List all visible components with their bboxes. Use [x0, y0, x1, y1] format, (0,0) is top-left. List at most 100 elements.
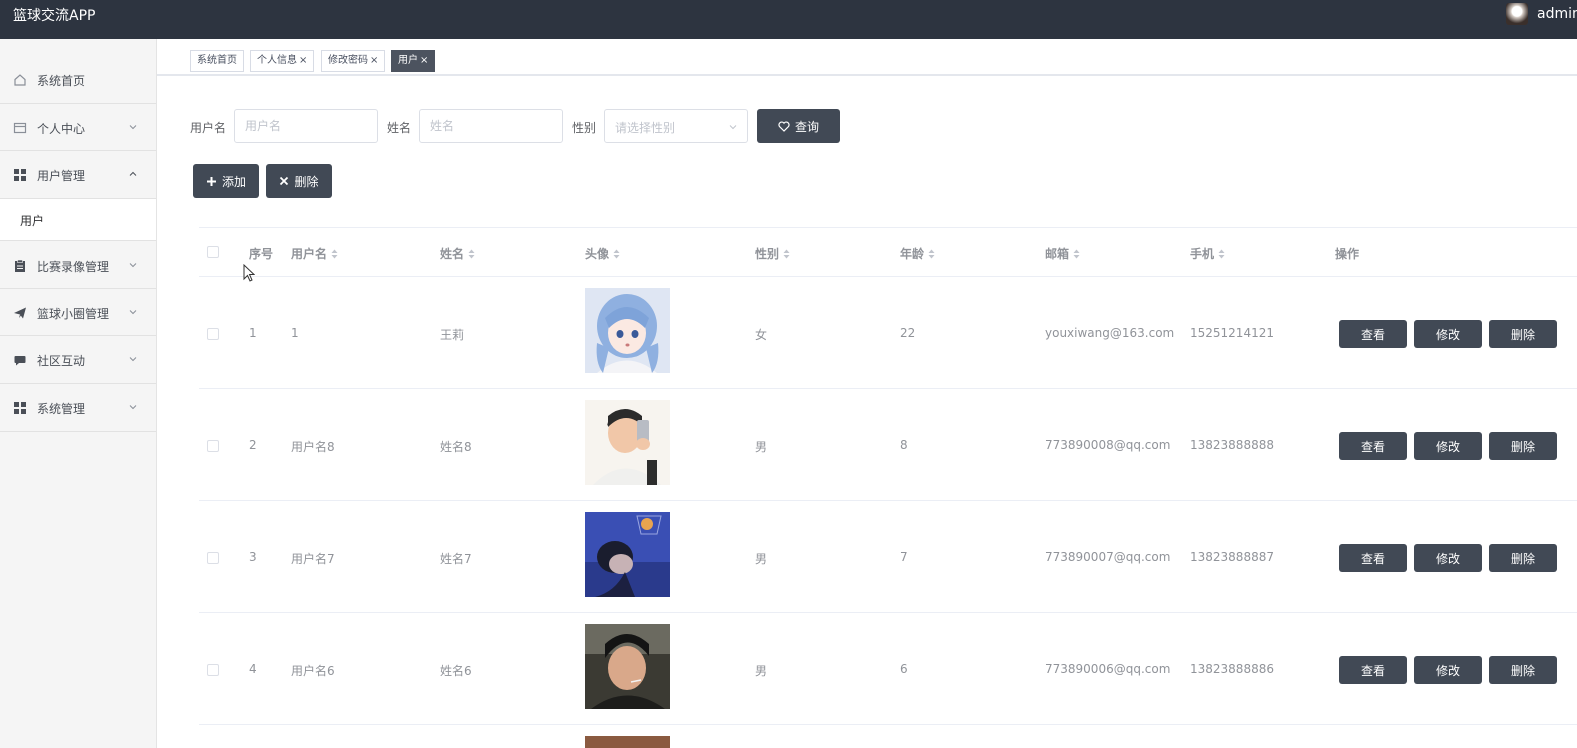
row-checkbox[interactable]	[207, 552, 219, 564]
gender-select[interactable]: 请选择性别	[604, 109, 748, 143]
row-checkbox[interactable]	[207, 440, 219, 452]
table-row: 4 用户名6 姓名6 男 6 773890006@qq.com 13823888…	[199, 613, 1577, 725]
batch-delete-button[interactable]: 删除	[266, 164, 332, 198]
cell-index: 3	[249, 550, 257, 564]
delete-button[interactable]: 删除	[1489, 544, 1557, 572]
tab-user[interactable]: 用户 ×	[391, 50, 436, 72]
tabs-bar: 系统首页 个人信息 × 修改密码 × 用户 ×	[157, 45, 1577, 76]
sort-icon[interactable]	[468, 249, 475, 259]
close-icon[interactable]: ×	[370, 55, 378, 66]
sidebar-item-label: 社区互动	[37, 354, 86, 368]
column-header-label: 年龄	[900, 247, 925, 261]
select-all-checkbox[interactable]	[207, 246, 219, 258]
sidebar-item-community[interactable]: 社区互动	[0, 336, 156, 384]
home-icon	[14, 74, 26, 86]
tab-label: 个人信息	[257, 55, 297, 66]
cell-email: 773890006@qq.com	[1045, 662, 1171, 676]
row-checkbox[interactable]	[207, 664, 219, 676]
column-header-email[interactable]: 邮箱	[1045, 245, 1080, 262]
close-icon[interactable]: ×	[420, 55, 428, 66]
username-search-input[interactable]	[234, 109, 378, 143]
edit-button[interactable]: 修改	[1414, 656, 1482, 684]
username-label[interactable]: admin	[1537, 6, 1577, 22]
sidebar-item-label: 用户管理	[37, 169, 86, 183]
cell-username: 用户名6	[291, 664, 335, 678]
top-header: 篮球交流APP admin	[0, 0, 1577, 39]
sidebar-item-user-management[interactable]: 用户管理	[0, 151, 156, 199]
delete-button[interactable]: 删除	[1489, 320, 1557, 348]
clipboard-icon	[15, 259, 25, 272]
view-button[interactable]: 查看	[1339, 432, 1407, 460]
sort-icon[interactable]	[783, 249, 790, 259]
table-row: 1 1 王莉 女 22 youxiwang@163.com 1525121412…	[199, 277, 1577, 389]
sort-icon[interactable]	[1218, 249, 1225, 259]
delete-button[interactable]: 删除	[1489, 432, 1557, 460]
view-button[interactable]: 查看	[1339, 544, 1407, 572]
name-search-input[interactable]	[419, 109, 563, 143]
app-title: 篮球交流APP	[13, 8, 96, 24]
avatar-image	[585, 624, 670, 709]
edit-button[interactable]: 修改	[1414, 432, 1482, 460]
tab-label: 系统首页	[197, 55, 237, 66]
grid-icon	[14, 402, 26, 414]
sidebar-subitem-user[interactable]: 用户	[0, 199, 156, 241]
sidebar-item-label: 系统首页	[37, 74, 86, 88]
cell-index: 1	[249, 326, 257, 340]
edit-button[interactable]: 修改	[1414, 320, 1482, 348]
sidebar-item-label: 比赛录像管理	[37, 260, 110, 274]
close-icon[interactable]: ×	[299, 55, 307, 66]
batch-delete-button-label: 删除	[294, 174, 319, 189]
user-avatar[interactable]	[1506, 3, 1528, 25]
sort-icon[interactable]	[613, 249, 620, 259]
cell-phone: 13823888886	[1190, 662, 1274, 676]
cell-email: 773890007@qq.com	[1045, 550, 1171, 564]
query-button-label: 查询	[794, 119, 819, 134]
sidebar-item-label: 个人中心	[37, 122, 86, 136]
view-button[interactable]: 查看	[1339, 320, 1407, 348]
table-header: 序号 用户名 姓名 头像 性别 年龄 邮箱 手机 操作	[199, 227, 1577, 277]
sort-icon[interactable]	[928, 249, 935, 259]
cell-age: 8	[900, 438, 908, 452]
chevron-up-icon	[129, 171, 137, 176]
chevron-down-icon	[129, 125, 137, 130]
sidebar-item-system-management[interactable]: 系统管理	[0, 384, 156, 432]
cell-email: 773890008@qq.com	[1045, 438, 1171, 452]
sort-icon[interactable]	[1073, 249, 1080, 259]
cell-username: 1	[291, 326, 299, 340]
sidebar-item-home[interactable]: 系统首页	[0, 57, 156, 104]
sort-icon[interactable]	[331, 249, 338, 259]
avatar-image	[585, 400, 670, 485]
chevron-down-icon	[129, 405, 137, 410]
add-button[interactable]: 添加	[193, 164, 259, 198]
card-icon	[13, 122, 27, 134]
avatar-image	[585, 736, 670, 748]
column-header-phone[interactable]: 手机	[1190, 245, 1225, 262]
column-header-actions: 操作	[1335, 245, 1359, 262]
close-icon	[280, 176, 289, 186]
row-checkbox[interactable]	[207, 328, 219, 340]
column-header-name[interactable]: 姓名	[440, 245, 475, 262]
name-filter-label: 姓名	[387, 121, 412, 135]
cell-index: 2	[249, 438, 257, 452]
sidebar-item-match-video[interactable]: 比赛录像管理	[0, 241, 156, 289]
chevron-down-icon	[129, 263, 137, 268]
column-header-index: 序号	[249, 245, 273, 262]
cell-phone: 13823888887	[1190, 550, 1274, 564]
tab-change-password[interactable]: 修改密码 ×	[321, 50, 386, 72]
sidebar-item-profile[interactable]: 个人中心	[0, 104, 156, 151]
column-header-avatar[interactable]: 头像	[585, 245, 620, 262]
view-button[interactable]: 查看	[1339, 656, 1407, 684]
sidebar-item-basketball-circle[interactable]: 篮球小圈管理	[0, 289, 156, 336]
avatar-image	[585, 512, 670, 597]
cell-gender: 男	[755, 664, 768, 678]
column-header-age[interactable]: 年龄	[900, 245, 935, 262]
tab-home[interactable]: 系统首页	[190, 50, 244, 72]
column-header-gender[interactable]: 性别	[755, 245, 790, 262]
delete-button[interactable]: 删除	[1489, 656, 1557, 684]
query-button[interactable]: 查询	[757, 109, 840, 143]
column-header-username[interactable]: 用户名	[291, 245, 338, 262]
chevron-down-icon	[129, 310, 137, 315]
paper-plane-icon	[14, 307, 26, 319]
edit-button[interactable]: 修改	[1414, 544, 1482, 572]
tab-personal-info[interactable]: 个人信息 ×	[250, 50, 315, 72]
